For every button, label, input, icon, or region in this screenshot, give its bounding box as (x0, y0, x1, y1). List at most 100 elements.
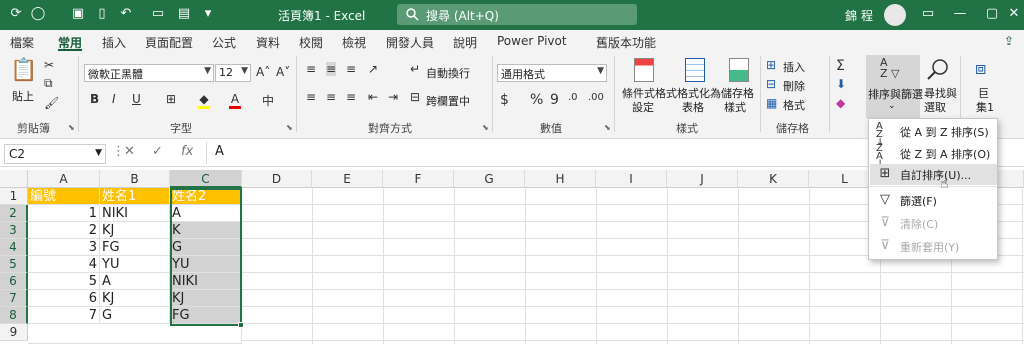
cell-a6[interactable]: 5 (28, 273, 100, 290)
tab-review[interactable]: 校閱 (299, 34, 323, 51)
row-header-3[interactable]: 3 (0, 222, 28, 239)
row-header-7[interactable]: 7 (0, 290, 28, 307)
share-icon[interactable]: ⇪ (1004, 34, 1014, 48)
column-header-f[interactable]: F (383, 170, 454, 188)
italic-button[interactable]: I (112, 92, 116, 106)
cell-c7[interactable]: KJ (170, 290, 242, 307)
cell-b7[interactable]: KJ (100, 290, 170, 307)
cancel-icon[interactable]: ✕ (124, 144, 135, 159)
ribbon-display-icon[interactable]: ▭ (920, 6, 936, 22)
tab-legacy[interactable]: 舊版本功能 (596, 34, 656, 51)
cell-c8[interactable]: FG (170, 307, 242, 324)
delete-cells-icon[interactable]: ⊟ (766, 77, 776, 91)
column-header-e[interactable]: E (312, 170, 383, 188)
paste-label[interactable]: 貼上 (12, 88, 34, 104)
sort-filter-button[interactable]: AZ ▽ 排序與篩選 ⌄ (866, 55, 923, 118)
avatar[interactable] (884, 4, 906, 26)
underline-button[interactable]: U (132, 92, 141, 106)
increase-font-icon[interactable]: A˄ (256, 65, 270, 79)
cell-a2[interactable]: 1 (28, 205, 100, 222)
menu-item-sort-a-z[interactable]: AZ ↓ 從 A 到 Z 排序(S) (870, 121, 997, 148)
cell-c3[interactable]: K (170, 222, 242, 239)
select-all-corner[interactable] (0, 170, 28, 188)
increase-indent-icon[interactable]: ⇥ (388, 90, 398, 104)
cell-a5[interactable]: 4 (28, 256, 100, 273)
new-file-icon[interactable]: ▯ (94, 6, 110, 22)
row-header-2[interactable]: 2 (0, 205, 28, 222)
column-header-a[interactable]: A (28, 170, 100, 188)
autosave-icon[interactable]: ⟳ (8, 6, 24, 22)
font-color-icon[interactable]: A (229, 92, 241, 109)
toggle-off-icon[interactable]: ◯ (30, 6, 46, 22)
currency-button[interactable]: $ (500, 92, 509, 108)
increase-decimal-icon[interactable]: .0 (568, 92, 578, 103)
cell-a7[interactable]: 6 (28, 290, 100, 307)
paste-icon[interactable]: 📋 (10, 58, 37, 86)
format-button[interactable]: 格式 (783, 97, 805, 113)
cell-b5[interactable]: YU (100, 256, 170, 273)
row-9-cells[interactable] (28, 324, 242, 344)
row-header-8[interactable]: 8 (0, 307, 28, 324)
cell-a1[interactable]: 編號 (28, 188, 100, 205)
align-top-icon[interactable]: ≡ (306, 62, 316, 76)
enter-icon[interactable]: ✓ (152, 144, 163, 159)
user-name[interactable]: 錦程 (845, 7, 877, 24)
cell-a8[interactable]: 7 (28, 307, 100, 324)
dialog-launcher-icon[interactable]: ⬊ (604, 123, 611, 132)
decrease-indent-icon[interactable]: ⇤ (368, 90, 378, 104)
copy-icon[interactable]: ⧉ (44, 76, 53, 91)
bold-button[interactable]: B (90, 92, 99, 106)
wrap-text-button[interactable]: 自動換行 (426, 65, 470, 81)
formula-input[interactable]: A (215, 144, 224, 159)
cell-b8[interactable]: G (100, 307, 170, 324)
align-middle-icon[interactable]: ≡ (326, 62, 337, 76)
tab-insert[interactable]: 插入 (102, 34, 126, 51)
fill-handle[interactable] (238, 322, 244, 328)
font-name-select[interactable]: 微軟正黑體 ▼ (84, 64, 214, 82)
save-icon[interactable]: ▣ (70, 6, 86, 22)
row-header-1[interactable]: 1 (0, 188, 28, 205)
row-header-9[interactable]: 9 (0, 324, 28, 341)
insert-function-icon[interactable]: fx (181, 144, 193, 159)
font-size-select[interactable]: 12 ▼ (215, 64, 251, 82)
wrap-text-icon[interactable]: ↵ (410, 62, 420, 76)
tab-file[interactable]: 檔案 (10, 34, 34, 51)
dialog-launcher-icon[interactable]: ⬊ (286, 123, 293, 132)
format-painter-icon[interactable]: 🖌 (44, 96, 59, 110)
decrease-font-icon[interactable]: A˅ (276, 65, 290, 79)
column-header-c[interactable]: C (170, 170, 242, 188)
close-icon[interactable]: ✕ (1006, 6, 1022, 22)
fill-icon[interactable]: ⬇ (836, 77, 846, 91)
decrease-decimal-icon[interactable]: .00 (588, 92, 604, 103)
column-header-h[interactable]: H (525, 170, 596, 188)
merge-icon[interactable]: ⊟ (410, 90, 420, 104)
menu-item-custom-sort[interactable]: ⊞ 自訂排序(U)... (870, 164, 997, 185)
name-box[interactable]: C2 ▼ (4, 144, 106, 164)
cell-b3[interactable]: KJ (100, 222, 170, 239)
cell-a3[interactable]: 2 (28, 222, 100, 239)
tab-view[interactable]: 檢視 (342, 34, 366, 51)
row-header-6[interactable]: 6 (0, 273, 28, 290)
tab-help[interactable]: 說明 (453, 34, 477, 51)
cell-b2[interactable]: NIKI (100, 205, 170, 222)
cell-b6[interactable]: A (100, 273, 170, 290)
fill-color-icon[interactable]: ◆ (198, 92, 210, 109)
phonetic-icon[interactable]: 中 (262, 92, 274, 109)
dialog-launcher-icon[interactable]: ⬊ (482, 123, 489, 132)
cell-c1[interactable]: 姓名2 (170, 188, 242, 205)
cell-c6[interactable]: NIKI (170, 273, 242, 290)
macro-icon[interactable]: ⧈ (975, 58, 986, 79)
cell-c5[interactable]: YU (170, 256, 242, 273)
print-preview-icon[interactable]: ▤ (176, 6, 192, 22)
format-cells-icon[interactable]: ▦ (766, 96, 777, 110)
insert-cells-icon[interactable]: ⊞ (766, 58, 776, 72)
column-header-g[interactable]: G (454, 170, 525, 188)
column-header-b[interactable]: B (100, 170, 170, 188)
merge-center-button[interactable]: 跨欄置中 (426, 93, 470, 109)
row-header-5[interactable]: 5 (0, 256, 28, 273)
column-header-d[interactable]: D (242, 170, 312, 188)
tab-power-pivot[interactable]: Power Pivot (497, 34, 567, 48)
column-header-j[interactable]: J (667, 170, 738, 188)
cell-b4[interactable]: FG (100, 239, 170, 256)
cell-a4[interactable]: 3 (28, 239, 100, 256)
